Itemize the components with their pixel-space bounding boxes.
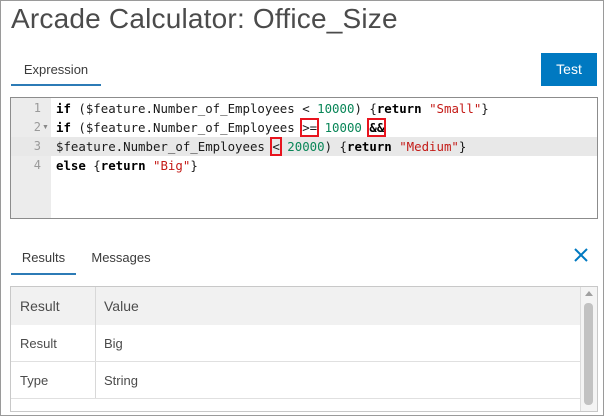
code-token: ($feature.Number_of_Employees (70, 120, 303, 135)
table-cell: Result (11, 325, 96, 361)
string-token: "Big" (153, 158, 191, 173)
code-token: ) { (354, 101, 377, 116)
code-token: } (458, 139, 467, 154)
code-text: if ($feature.Number_of_Employees < 10000… (56, 99, 489, 118)
highlighted-operator-token: < (270, 137, 282, 156)
tab-expression[interactable]: Expression (11, 54, 101, 86)
table-row: Type String (11, 362, 581, 399)
code-line-active[interactable]: 3 $feature.Number_of_Employees < 20000) … (11, 137, 597, 156)
string-token: "Small" (429, 101, 482, 116)
code-token: } (190, 158, 198, 173)
line-number: 4 (33, 158, 41, 172)
operator-token: < (302, 101, 310, 116)
code-token: ) { (324, 139, 347, 154)
test-button[interactable]: Test (541, 53, 597, 86)
line-number: 2 (33, 120, 41, 134)
string-token: "Medium" (399, 139, 459, 154)
highlighted-operator-token: && (367, 118, 387, 137)
code-text: else {return "Big"} (56, 156, 198, 175)
number-token: 10000 (317, 101, 355, 116)
table-header-row: Result Value (11, 287, 581, 326)
scroll-up-arrow-icon[interactable] (585, 291, 593, 296)
results-scrollbar[interactable] (580, 287, 597, 411)
column-header-result: Result (11, 287, 96, 325)
keyword-token: return (100, 158, 146, 173)
keyword-token: if (56, 101, 71, 116)
code-text: $feature.Number_of_Employees < 20000) {r… (56, 137, 466, 156)
keyword-token: if (56, 120, 71, 135)
line-number: 1 (33, 101, 41, 115)
code-text: if ($feature.Number_of_Employees >= 1000… (56, 118, 387, 137)
table-row: Result Big (11, 325, 581, 362)
code-token: } (481, 101, 489, 116)
code-line[interactable]: 1 if ($feature.Number_of_Employees < 100… (11, 99, 597, 118)
table-cell: String (104, 372, 138, 388)
code-editor[interactable]: 1 if ($feature.Number_of_Employees < 100… (10, 97, 598, 219)
arcade-calculator-window: Arcade Calculator: Office_Size Expressio… (0, 0, 604, 416)
highlighted-operator-token: >= (300, 118, 320, 137)
page-title: Arcade Calculator: Office_Size (11, 3, 398, 34)
code-line[interactable]: 2 ▼ if ($feature.Number_of_Employees >= … (11, 118, 597, 137)
code-token: $feature.Number_of_Employees (56, 139, 273, 154)
keyword-token: return (346, 139, 392, 154)
scroll-thumb[interactable] (584, 303, 593, 405)
code-line[interactable]: 4 else {return "Big"} (11, 156, 597, 175)
close-icon[interactable] (571, 245, 591, 265)
fold-arrow-icon[interactable]: ▼ (42, 118, 49, 137)
tab-messages[interactable]: Messages (83, 241, 159, 275)
column-header-value: Value (104, 298, 139, 314)
number-token: 20000 (287, 139, 325, 154)
keyword-token: return (376, 101, 422, 116)
line-number: 3 (33, 139, 41, 153)
results-tab-bar: Results Messages (11, 241, 597, 277)
code-token: { (85, 158, 101, 173)
tab-results[interactable]: Results (11, 241, 76, 275)
results-table: Result Value Result Big Type String (10, 286, 598, 412)
table-cell: Type (11, 362, 96, 398)
keyword-token: else (56, 158, 86, 173)
code-token: ($feature.Number_of_Employees (70, 101, 303, 116)
number-token: 10000 (324, 120, 362, 135)
table-cell: Big (104, 335, 123, 351)
